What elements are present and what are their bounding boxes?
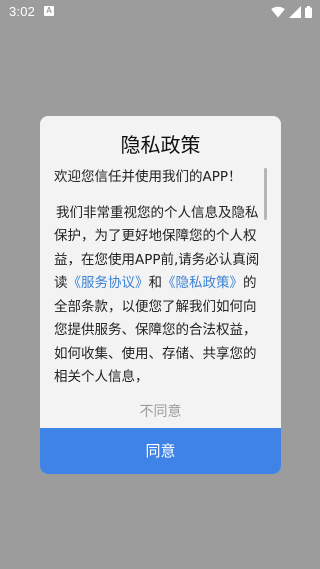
greeting-text: 欢迎您信任并使用我们的APP！ <box>54 169 242 185</box>
dialog-content[interactable]: 欢迎您信任并使用我们的APP！ 我们非常重视您的个人信息及隐私保护，为了更好地保… <box>54 166 268 392</box>
policy-text-part2: 的全部条款，以便您了解我们如何向您提供服务、保障您的合法权益，如何收集、使用、存… <box>54 275 257 385</box>
status-bar: 3:02 A <box>0 0 320 24</box>
decline-button[interactable]: 不同意 <box>40 396 281 428</box>
status-time: 3:02 <box>9 4 36 19</box>
policy-paragraph: 我们非常重视您的个人信息及隐私保护，为了更好地保障您的个人权益，在您使用APP前… <box>54 202 268 390</box>
privacy-policy-dialog: 隐私政策 欢迎您信任并使用我们的APP！ 我们非常重视您的个人信息及隐私保护，为… <box>40 116 281 474</box>
service-agreement-link[interactable]: 《服务协议》 <box>68 275 149 291</box>
wifi-icon <box>271 6 285 18</box>
agree-button[interactable]: 同意 <box>40 428 281 474</box>
status-icons <box>271 6 312 18</box>
battery-icon <box>305 6 312 18</box>
privacy-policy-link[interactable]: 《隐私政策》 <box>162 275 243 291</box>
notification-badge-icon: A <box>44 6 54 16</box>
signal-icon <box>289 6 301 18</box>
scrollbar-thumb[interactable] <box>264 168 267 220</box>
dialog-title: 隐私政策 <box>120 133 201 157</box>
conjunction-text: 和 <box>148 275 163 291</box>
